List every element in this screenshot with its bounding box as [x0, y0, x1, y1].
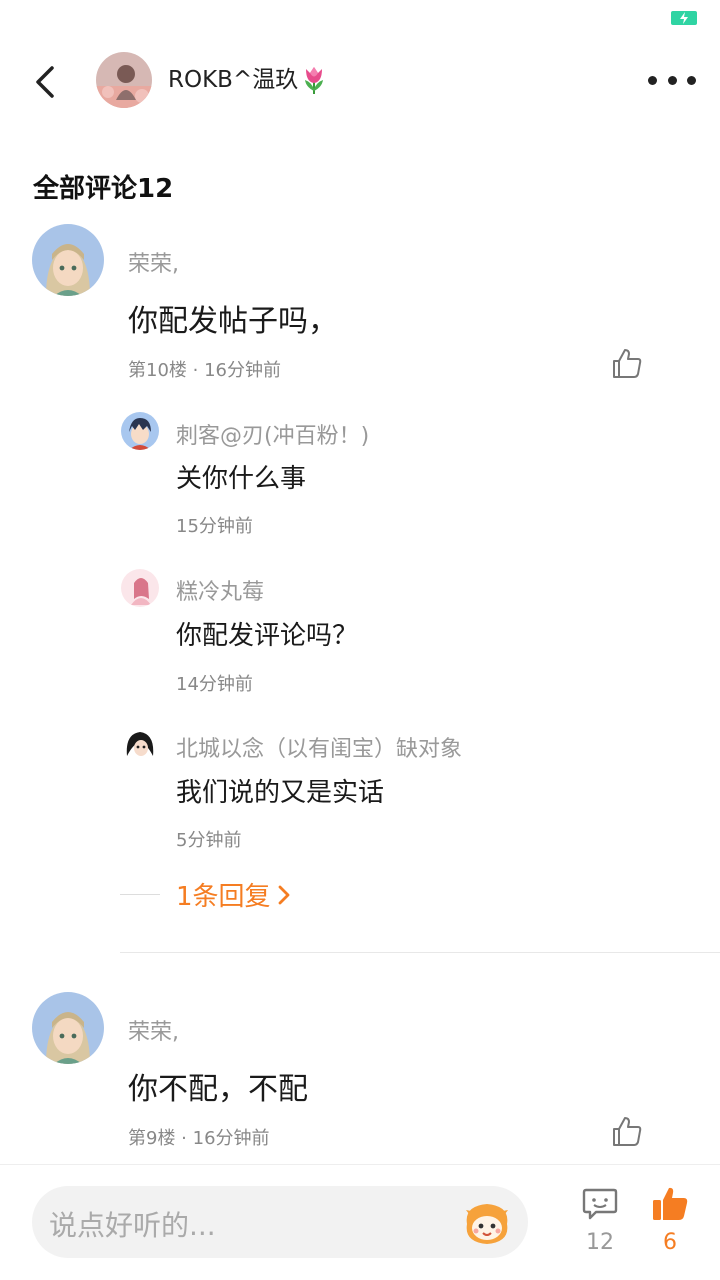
- reply-time: 5分钟前: [176, 830, 242, 851]
- reply-author[interactable]: 刺客@刃(冲百粉！): [176, 418, 369, 450]
- commenter-avatar[interactable]: [32, 992, 104, 1064]
- comment-divider: [120, 952, 720, 953]
- chevron-left-icon: [36, 66, 54, 98]
- author-name-text: ROKB^温玖: [168, 67, 299, 93]
- emoji-mascot-icon[interactable]: [462, 1198, 512, 1248]
- more-replies-label: 1条回复: [176, 882, 271, 912]
- reply-time: 14分钟前: [176, 674, 253, 695]
- comment-author[interactable]: 荣荣,: [128, 246, 179, 278]
- comment-content: 你不配，不配: [128, 1072, 308, 1107]
- tulip-emoji-icon: [305, 67, 324, 94]
- chevron-right-icon: [278, 885, 289, 904]
- bottom-bar-divider: [0, 1164, 720, 1165]
- thumbs-up-icon[interactable]: [610, 1114, 644, 1148]
- comment-meta: 第10楼 · 16分钟前: [128, 360, 281, 381]
- like-count: 6: [663, 1230, 677, 1255]
- reply-avatar[interactable]: [121, 726, 159, 764]
- comments-button[interactable]: 12: [578, 1186, 622, 1266]
- comment-meta: 第9楼 · 16分钟前: [128, 1128, 270, 1149]
- commenter-avatar[interactable]: [32, 224, 104, 296]
- section-title: 全部评论12: [33, 174, 174, 204]
- reply-content: 我们说的又是实话: [176, 778, 385, 808]
- reply-avatar[interactable]: [121, 569, 159, 607]
- back-button[interactable]: [24, 60, 68, 104]
- comment-content: 你配发帖子吗，: [128, 304, 338, 339]
- like-button[interactable]: 6: [648, 1184, 692, 1264]
- reply-author[interactable]: 糕冷丸莓: [176, 574, 264, 606]
- comment-input-placeholder: 说点好听的...: [49, 1209, 216, 1242]
- comment-input[interactable]: 说点好听的...: [32, 1186, 528, 1258]
- reply-content: 你配发评论吗？: [176, 621, 359, 651]
- reply-content: 关你什么事: [176, 464, 307, 494]
- reply-time: 15分钟前: [176, 516, 253, 537]
- reply-avatar[interactable]: [121, 412, 159, 450]
- author-name: ROKB^温玖: [168, 64, 328, 96]
- author-avatar[interactable]: [96, 52, 152, 108]
- reply-author[interactable]: 北城以念（以有闺宝）缺对象: [176, 731, 462, 763]
- thumbs-up-filled-icon: [653, 1187, 688, 1220]
- divider-line: [120, 894, 160, 895]
- comment-bubble-icon: [582, 1188, 618, 1220]
- dot-icon: [648, 75, 657, 85]
- more-replies-link[interactable]: 1条回复: [120, 876, 291, 913]
- dot-icon: [687, 75, 696, 85]
- battery-icon: [671, 11, 697, 25]
- comments-count: 12: [586, 1230, 614, 1255]
- comment-author[interactable]: 荣荣,: [128, 1014, 179, 1046]
- thumbs-up-icon[interactable]: [610, 346, 644, 380]
- more-options-button[interactable]: [648, 66, 696, 94]
- dot-icon: [667, 75, 677, 85]
